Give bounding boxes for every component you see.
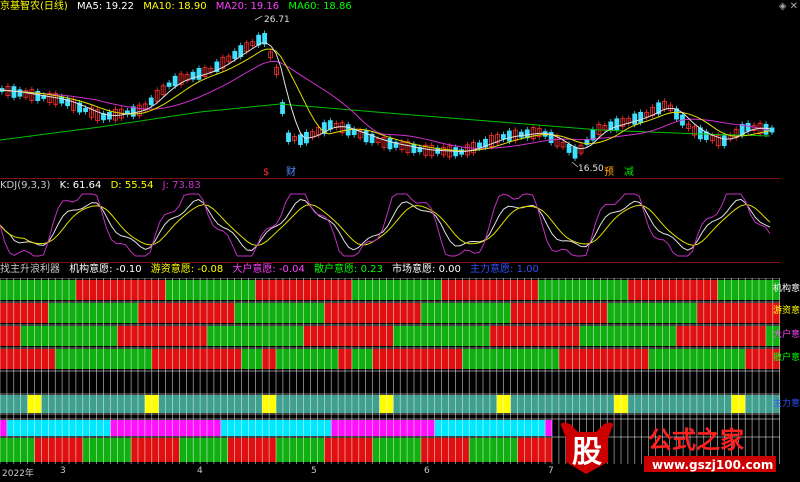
row-label-retail: 散户意 <box>772 353 800 363</box>
retail-will: 散户意愿: 0.23 <box>314 264 383 275</box>
high-label: 26.71 <box>264 15 290 25</box>
site-watermark: 股 公式之家 www.gszj100.com <box>556 418 780 478</box>
watermark-title: 公式之家 <box>648 426 744 454</box>
window-controls[interactable]: ◈ ✕ <box>779 1 798 12</box>
axis-year: 2022年 <box>2 469 34 479</box>
tag-forecast[interactable]: 预 <box>604 166 614 177</box>
ma10-value: MA10: 18.90 <box>143 1 207 12</box>
big-holder-will: 大户意愿: -0.04 <box>232 264 305 275</box>
axis-apr: 4 <box>197 466 203 476</box>
kdj-header: KDJ(9,3,3) K: 61.64 D: 55.54 J: 73.83 <box>0 179 207 192</box>
ma5-value: MA5: 19.22 <box>77 1 135 12</box>
row-label-institution: 机构意 <box>772 284 800 294</box>
kdj-j: J: 73.83 <box>162 180 201 191</box>
inst-will: 机构意愿: -0.10 <box>69 264 142 275</box>
market-will: 市场意愿: 0.00 <box>392 264 461 275</box>
ma60-value: MA60: 18.86 <box>288 1 352 12</box>
watermark-url: www.gszj100.com <box>652 458 773 472</box>
price-chart[interactable]: 26.71 16.50 $ 财 预 减 <box>0 12 780 177</box>
axis-mar: 3 <box>60 466 66 476</box>
kdj-k: K: 61.64 <box>59 180 102 191</box>
watermark-badge: 股 <box>572 435 602 470</box>
low-label: 16.50 <box>578 164 604 174</box>
kdj-chart[interactable] <box>0 192 780 258</box>
axis-jul: 7 <box>548 466 554 476</box>
kdj-d: D: 55.54 <box>110 180 154 191</box>
axis-may: 5 <box>311 466 317 476</box>
kdj-title: KDJ(9,3,3) <box>0 180 51 191</box>
row-label-big-holder: 大户意 <box>772 330 800 340</box>
ma20-value: MA20: 19.16 <box>215 1 280 12</box>
tag-reduce[interactable]: 减 <box>624 166 634 177</box>
indicator-header: 找主升浪利器 机构意愿: -0.10 游资意愿: -0.08 大户意愿: -0.… <box>0 263 545 276</box>
axis-jun: 6 <box>424 466 430 476</box>
row-label-hot-money: 游资意 <box>772 306 800 316</box>
hot-money-will: 游资意愿: -0.08 <box>150 264 224 275</box>
tag-finance[interactable]: 财 <box>286 165 296 177</box>
main-force-will: 主力意愿: 1.00 <box>470 264 539 275</box>
tag-dollar[interactable]: $ <box>263 167 269 177</box>
indicator-title: 找主升浪利器 <box>0 264 60 275</box>
stock-title: 京基智农(日线) <box>0 1 68 12</box>
row-label-main-force: 主力意 <box>772 399 800 409</box>
